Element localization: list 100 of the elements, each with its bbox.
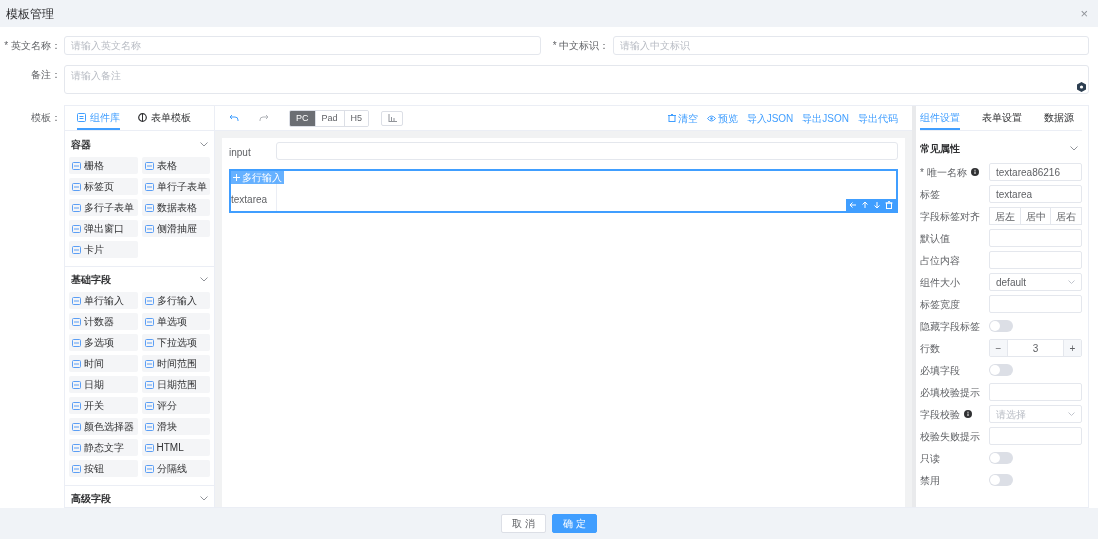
component-item[interactable]: 表格 [141,157,210,174]
property-input[interactable]: textarea86216 [989,163,1082,181]
arrow-up-icon[interactable] [861,201,869,209]
widget-icon [72,359,81,368]
property-label: 字段校验 [920,407,960,422]
chevron-icon [1068,280,1075,284]
property-input[interactable] [989,295,1082,313]
property-label: 必填校验提示 [920,385,980,400]
toggle-switch[interactable] [989,320,1013,332]
number-stepper[interactable]: − 3 + [989,339,1082,357]
widget-icon [144,401,154,410]
component-item[interactable]: 滑块 [141,418,210,435]
component-item[interactable]: 多行输入 [141,292,210,309]
component-item[interactable]: 单行输入 [69,292,138,309]
toggle-switch[interactable] [989,452,1013,464]
component-item[interactable]: 时间范围 [141,355,210,372]
property-input[interactable] [989,229,1082,247]
component-item[interactable]: 数据表格 [141,199,210,216]
number-input[interactable]: 3 [1008,340,1063,356]
layout-button[interactable] [381,110,404,126]
widget-icon [144,182,154,191]
text-input[interactable] [276,142,898,160]
toggle-switch[interactable] [989,364,1013,376]
component-item[interactable]: 静态文字 [69,439,138,456]
widget-icon [72,182,81,191]
component-item[interactable]: 分隔线 [141,460,210,477]
widget-icon [72,317,81,326]
component-item[interactable]: 栅格 [69,157,138,174]
component-item[interactable]: 多行子表单 [69,199,138,216]
component-item[interactable]: 标签页 [69,178,138,195]
device-toggle[interactable]: PC [290,110,315,126]
redo-button[interactable] [259,114,269,122]
component-item[interactable]: 开关 [69,397,138,414]
widget-icon [144,464,154,473]
panel-tab[interactable]: 表单设置 [982,106,1022,130]
widget-icon [72,401,81,410]
component-item[interactable]: 颜色选择器 [69,418,138,435]
widget-icon [72,161,81,170]
component-item[interactable]: 时间 [69,355,138,372]
align-option[interactable]: 居中 [1019,207,1052,225]
component-item[interactable]: 评分 [141,397,210,414]
component-item[interactable]: 日期范围 [141,376,210,393]
text-input[interactable]: 请输入中文标识 [612,36,1089,55]
property-label: 字段标签对齐 [920,209,980,224]
increment-button[interactable]: + [1063,340,1081,356]
align-option[interactable]: 居右 [1050,207,1082,225]
widget-icon [72,338,81,347]
property-input[interactable] [989,427,1082,445]
component-item[interactable]: 日期 [69,376,138,393]
component-item[interactable]: 侧滑抽屉 [141,220,210,237]
field-label: 备注： [31,68,61,82]
arrow-down-icon[interactable] [873,201,881,209]
widget-icon [144,338,154,347]
widget-icon [72,245,81,254]
hexagon-icon [1077,82,1086,92]
property-label: 禁用 [920,473,940,488]
widget-icon [144,161,154,170]
widget-icon [72,203,81,212]
component-item[interactable]: 下拉选项 [141,334,210,351]
panel-tab[interactable]: 数据源 [1044,106,1074,130]
field-label: 模板： [31,111,61,125]
component-item[interactable]: 多选项 [69,334,138,351]
remark-textarea[interactable]: 请输入备注 [64,65,1089,94]
component-item[interactable]: HTML [141,439,210,456]
widget-icon [72,224,81,233]
property-input[interactable] [989,251,1082,269]
text-input[interactable]: 请输入英文名称 [64,36,541,55]
property-label: 标签 [920,187,940,202]
property-label: * 唯一名称 [920,165,967,180]
section-title: 常见属性 [920,141,960,156]
cancel-button[interactable]: 取 消 [501,514,546,533]
widget-icon [72,464,81,473]
widget-icon [144,380,154,389]
decrement-button[interactable]: − [990,340,1008,356]
property-label: 隐藏字段标签 [920,319,980,334]
widget-icon [144,296,154,305]
trash-icon[interactable] [885,201,893,209]
property-select[interactable]: default [989,273,1082,291]
widget-icon [144,422,154,431]
property-label: 占位内容 [920,253,960,268]
bar-chart-icon [387,114,397,122]
panel-tab[interactable]: 表单模板 [138,106,191,130]
align-option[interactable]: 居左 [989,207,1021,225]
toggle-switch[interactable] [989,474,1013,486]
arrow-left-icon[interactable] [849,201,857,209]
component-item[interactable]: 单选项 [141,313,210,330]
property-input[interactable] [989,383,1082,401]
property-input[interactable]: textarea [989,185,1082,203]
component-item[interactable]: 单行子表单 [141,178,210,195]
widget-icon [72,380,81,389]
component-item[interactable]: 计数器 [69,313,138,330]
component-item[interactable]: 卡片 [69,241,138,258]
eye-icon [706,114,716,122]
device-toggle[interactable]: H5 [343,110,369,126]
move-icon [233,174,240,181]
component-item[interactable]: 按钮 [69,460,138,477]
component-item[interactable]: 弹出窗口 [69,220,138,237]
widget-icon [144,443,154,452]
widget-icon [72,296,81,305]
undo-button[interactable] [229,114,239,122]
